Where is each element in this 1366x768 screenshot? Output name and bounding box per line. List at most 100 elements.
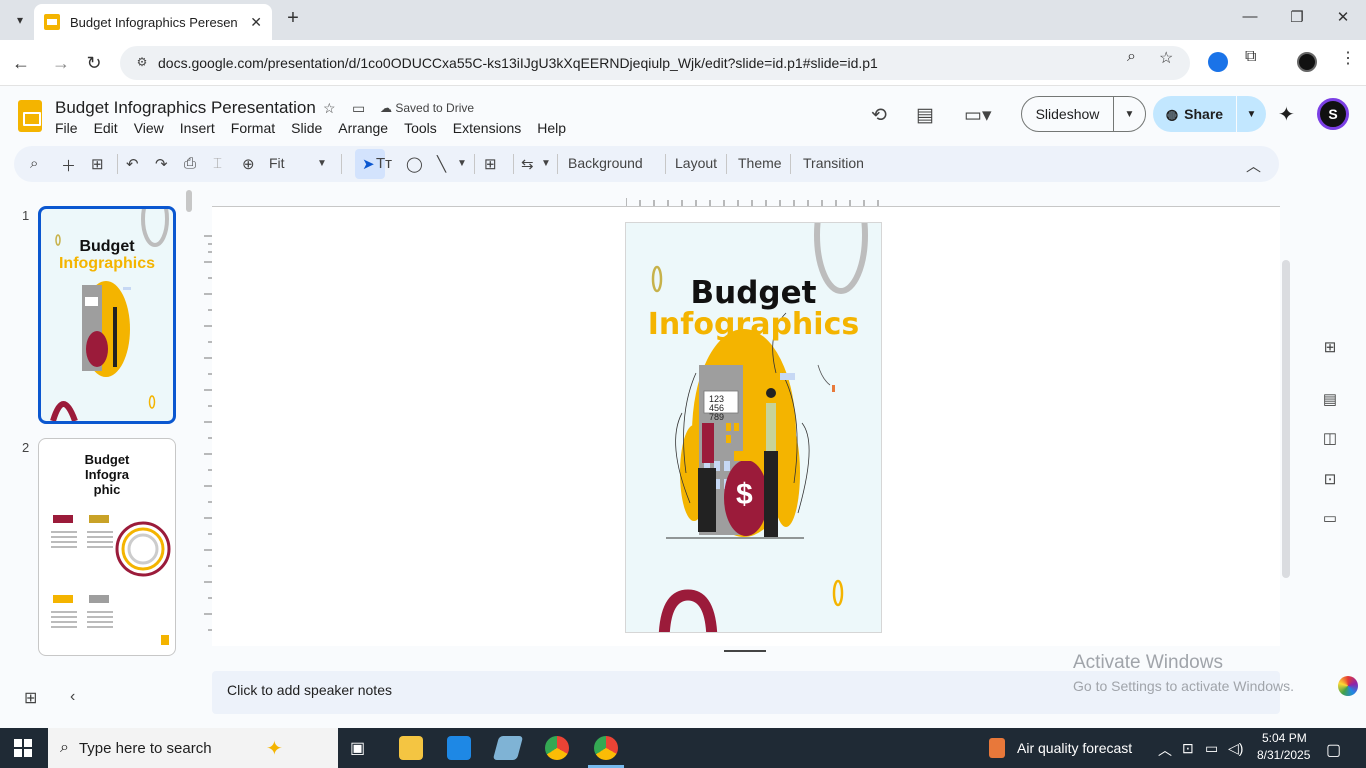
canvas-scrollbar[interactable] <box>1282 260 1290 578</box>
menu-edit[interactable]: Edit <box>94 120 118 136</box>
folder-icon[interactable]: ▭ <box>1320 509 1340 529</box>
add-image-icon[interactable]: ⊞ <box>1320 338 1340 358</box>
filmstrip-scrollbar[interactable] <box>186 190 192 212</box>
account-avatar[interactable]: S <box>1317 98 1349 130</box>
media-app-icon[interactable] <box>447 736 471 760</box>
extension-icon[interactable] <box>1208 52 1228 72</box>
line-dropdown-icon[interactable]: ▼ <box>457 158 467 169</box>
menu-slide[interactable]: Slide <box>291 120 322 136</box>
menu-format[interactable]: Format <box>231 120 275 136</box>
extensions-puzzle-icon[interactable]: ⧉ <box>1245 48 1256 66</box>
slide-thumbnail-2[interactable]: Budget Infogra phic <box>38 438 176 656</box>
file-explorer-icon[interactable] <box>399 736 423 760</box>
forward-icon[interactable]: → <box>50 52 72 74</box>
meet-video-icon[interactable]: ▭▾ <box>964 104 992 127</box>
select-pointer-icon[interactable]: ➤ <box>362 155 375 173</box>
comments-icon[interactable]: ▤ <box>916 104 934 127</box>
site-info-icon[interactable]: ⚙ <box>134 55 150 71</box>
transition-button[interactable]: Transition <box>803 155 864 171</box>
url-text[interactable]: docs.google.com/presentation/d/1co0ODUCC… <box>158 55 878 71</box>
slideshow-button[interactable]: Slideshow <box>1021 96 1114 132</box>
menu-view[interactable]: View <box>134 120 164 136</box>
slide-thumbnail-1[interactable]: Budget Infographics <box>38 206 176 424</box>
menu-insert[interactable]: Insert <box>180 120 215 136</box>
browser-tab[interactable]: Budget Infographics Peresentat ✕ <box>34 4 272 40</box>
task-view-icon[interactable]: ▣ <box>350 738 365 758</box>
gemini-sparkle-icon[interactable]: ✦ <box>1278 102 1295 127</box>
grid-view-icon[interactable]: ⊞ <box>24 688 37 708</box>
tab-search-chevron-icon[interactable]: ▾ <box>8 8 32 32</box>
redo-icon[interactable]: ↷ <box>155 155 168 173</box>
canvas-resize-handle[interactable] <box>724 650 766 652</box>
version-history-icon[interactable]: ⟲ <box>871 104 887 127</box>
new-slide-layout-icon[interactable]: ⊞ <box>91 155 104 173</box>
volume-icon[interactable]: ◁) <box>1228 740 1243 757</box>
windows-start-icon[interactable] <box>14 739 32 757</box>
star-icon[interactable]: ☆ <box>323 100 336 117</box>
photos-icon[interactable]: ◫ <box>1320 429 1340 449</box>
new-tab-button[interactable]: + <box>282 8 304 30</box>
shape-icon[interactable]: ◯ <box>406 155 423 173</box>
browser-menu-icon[interactable]: ⋮ <box>1340 48 1356 68</box>
notes-app-icon[interactable] <box>492 736 524 760</box>
move-folder-icon[interactable]: ▭ <box>352 100 365 117</box>
slide-title-line2[interactable]: Infographics <box>626 307 881 342</box>
line-icon[interactable]: ╲ <box>437 155 446 173</box>
search-menus-icon[interactable]: ⌕ <box>30 155 38 172</box>
zoom-icon[interactable]: ⊕ <box>242 155 255 173</box>
background-button[interactable]: Background <box>568 155 643 171</box>
tab-close-icon[interactable]: ✕ <box>250 14 262 31</box>
thumb-1-title-line2: Infographics <box>58 255 155 272</box>
menu-extensions[interactable]: Extensions <box>453 120 521 136</box>
saved-status: ☁ Saved to Drive <box>380 101 475 115</box>
reload-icon[interactable]: ↻ <box>83 52 105 74</box>
notifications-icon[interactable]: ▢ <box>1326 740 1341 760</box>
omnibox[interactable]: ⚙ docs.google.com/presentation/d/1co0ODU… <box>120 46 1190 80</box>
contacts-icon[interactable]: ⊡ <box>1320 470 1340 490</box>
new-slide-icon[interactable]: ＋ <box>61 155 76 176</box>
menu-file[interactable]: File <box>55 120 78 136</box>
maximize-button[interactable]: ❐ <box>1282 8 1312 32</box>
weather-text[interactable]: Air quality forecast <box>1017 740 1132 756</box>
layout-button[interactable]: Layout <box>675 155 717 171</box>
clock-time[interactable]: 5:04 PM <box>1262 731 1307 745</box>
theme-button[interactable]: Theme <box>738 155 782 171</box>
tray-app-icon[interactable]: ⊡ <box>1182 740 1194 757</box>
slide-title-line1[interactable]: Budget <box>626 275 881 311</box>
window-close-button[interactable]: ✕ <box>1328 8 1358 32</box>
slides-logo-icon[interactable] <box>18 100 42 132</box>
text-direction-icon[interactable]: ⇆ <box>521 155 534 173</box>
taskbar-search-box[interactable]: ⌕ Type here to search ✦ <box>48 728 338 768</box>
menu-arrange[interactable]: Arrange <box>338 120 388 136</box>
document-title[interactable]: Budget Infographics Peresentation <box>55 98 316 118</box>
clock-date[interactable]: 8/31/2025 <box>1257 748 1310 762</box>
profile-icon[interactable] <box>1297 52 1317 72</box>
floating-assistant-icon[interactable] <box>1338 676 1358 696</box>
bookmark-star-icon[interactable]: ☆ <box>1159 48 1173 68</box>
tray-chevron-icon[interactable]: ︿ <box>1158 740 1172 760</box>
menu-help[interactable]: Help <box>537 120 566 136</box>
share-button[interactable]: ◍ Share <box>1153 96 1236 132</box>
zoom-select[interactable]: Fit <box>269 155 285 171</box>
menu-tools[interactable]: Tools <box>404 120 437 136</box>
text-box-icon[interactable]: Tт <box>376 155 392 172</box>
keep-notes-icon[interactable]: ▤ <box>1320 390 1340 410</box>
zoom-icon[interactable]: ⌕ <box>1127 48 1136 66</box>
direction-dropdown-icon[interactable]: ▼ <box>541 158 551 169</box>
paint-format-icon[interactable]: ⌶ <box>213 155 222 172</box>
speaker-notes-placeholder[interactable]: Click to add speaker notes <box>227 682 392 698</box>
zoom-dropdown-icon[interactable]: ▼ <box>317 158 327 169</box>
current-slide[interactable]: Budget Infographics 123 456 789 $ <box>625 222 882 633</box>
slideshow-dropdown-icon[interactable]: ▼ <box>1113 96 1146 132</box>
collapse-toolbar-icon[interactable]: ︿ <box>1246 155 1261 176</box>
collapse-filmstrip-icon[interactable]: ‹ <box>70 688 75 706</box>
chrome-active-icon[interactable] <box>594 736 618 760</box>
print-icon[interactable]: ⎙ <box>184 155 196 172</box>
insert-comment-icon[interactable]: ⊞ <box>484 155 497 173</box>
minimize-button[interactable]: — <box>1235 8 1265 32</box>
network-icon[interactable]: ▭ <box>1205 740 1218 757</box>
undo-icon[interactable]: ↶ <box>126 155 139 173</box>
back-icon[interactable]: ← <box>10 52 32 74</box>
share-dropdown-icon[interactable]: ▼ <box>1237 96 1266 132</box>
chrome-profile-r-icon[interactable] <box>545 736 569 760</box>
